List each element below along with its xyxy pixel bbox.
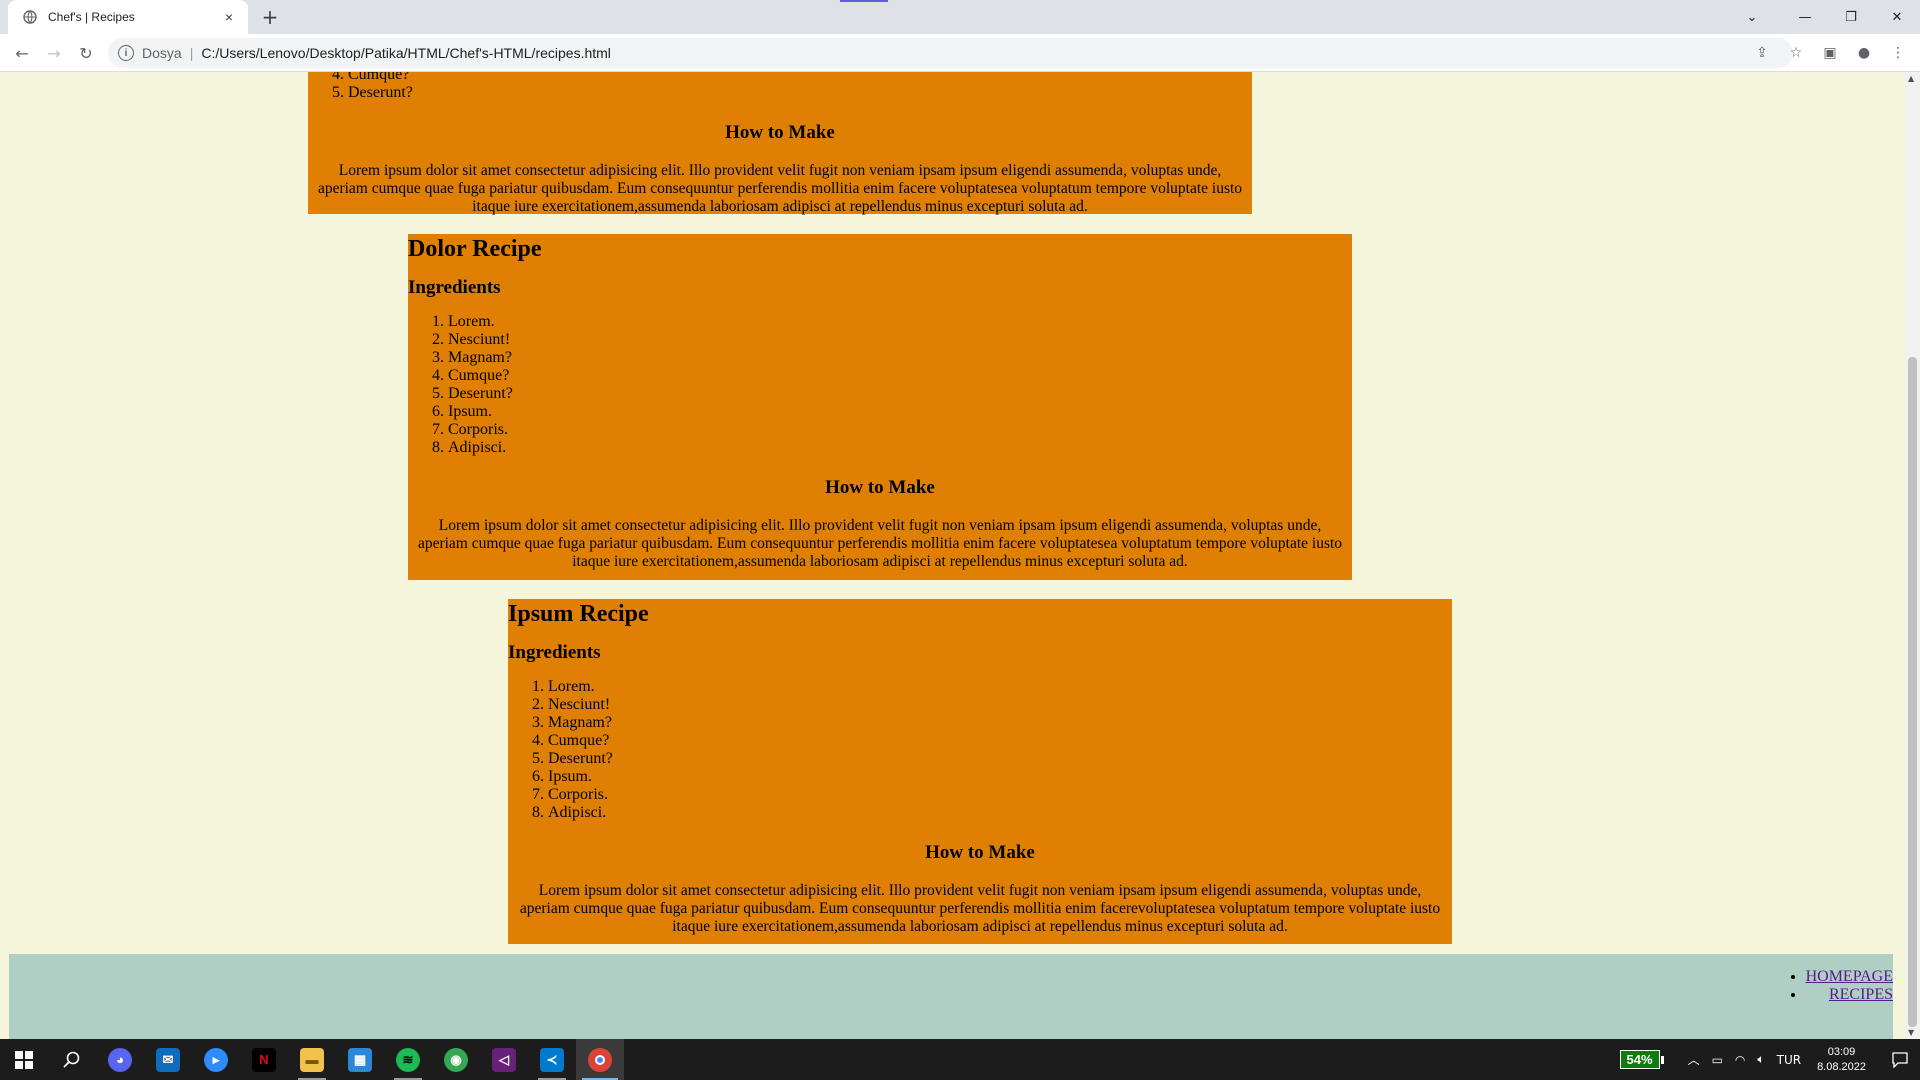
list-item: Corporis. (548, 786, 1452, 804)
list-item: Adipisci. (548, 804, 1452, 822)
homepage-link[interactable]: HOMEPAGE (1806, 968, 1893, 985)
browser-toolbar: ← → ↻ i Dosya | C:/Users/Lenovo/Desktop/… (0, 34, 1920, 72)
forward-icon[interactable]: → (40, 39, 68, 67)
how-to-make-heading: How to Make (825, 477, 935, 498)
close-window-icon[interactable]: ✕ (1874, 0, 1920, 34)
list-item: Lorem. (548, 678, 1452, 696)
discord-icon[interactable]: ◕ (96, 1039, 144, 1080)
recipe-card-ipsum: Ipsum Recipe Ingredients Lorem. Nesciunt… (508, 599, 1452, 944)
profile-icon[interactable]: ● (1854, 43, 1874, 63)
recipe-description: Lorem ipsum dolor sit amet consectetur a… (417, 517, 1343, 570)
toolbar-actions: ⇪ ☆ ▣ ● ⋮ (1752, 38, 1920, 68)
share-icon[interactable]: ⇪ (1752, 43, 1772, 63)
tab-title: Chef's | Recipes (48, 10, 135, 24)
list-item: Ipsum. (448, 403, 1352, 421)
windows-start-icon[interactable] (0, 1039, 48, 1080)
list-item: Deserunt? (448, 385, 1352, 403)
address-bar[interactable]: i Dosya | C:/Users/Lenovo/Desktop/Patika… (108, 38, 1793, 68)
search-icon[interactable] (48, 1039, 96, 1080)
scroll-up-icon[interactable]: ▲ (1908, 74, 1914, 83)
minimize-icon[interactable]: — (1782, 0, 1828, 34)
list-item: Ipsum. (548, 768, 1452, 786)
notifications-icon[interactable] (1880, 1039, 1920, 1080)
footer-nav-item: RECIPES (1806, 986, 1893, 1004)
vscode-icon[interactable]: ≺ (528, 1039, 576, 1080)
list-item: Adipisci. (448, 439, 1352, 457)
ingredients-list: Lorem. Nesciunt! Magnam? Cumque? Deserun… (548, 678, 1452, 822)
globe-icon (22, 9, 38, 25)
battery-indicator[interactable]: 54% (1619, 1050, 1664, 1069)
reload-icon[interactable]: ↻ (72, 39, 100, 67)
clock[interactable]: 03:09 8.08.2022 (1817, 1045, 1866, 1075)
recipe-title: Dolor Recipe (408, 236, 542, 262)
list-item: Magnam? (548, 714, 1452, 732)
wifi-icon[interactable]: ◠ (1735, 1053, 1745, 1067)
address-url: C:/Users/Lenovo/Desktop/Patika/HTML/Chef… (201, 45, 611, 61)
chrome-icon[interactable] (576, 1039, 624, 1080)
browser-tab[interactable]: Chef's | Recipes × (8, 0, 248, 34)
address-separator: | (189, 45, 194, 61)
scrollbar-thumb[interactable] (1908, 357, 1917, 1027)
list-item: Cumque? (448, 367, 1352, 385)
system-tray: 54% ︿ ▭ ◠ 🔈︎ TUR 03:09 8.08.2022 (1619, 1039, 1920, 1080)
clock-date: 8.08.2022 (1817, 1060, 1866, 1073)
page-scrollbar[interactable]: ▲ ▼ (1905, 72, 1920, 1039)
page-footer: HOMEPAGE RECIPES (9, 954, 1893, 1039)
how-to-make-heading: How to Make (725, 122, 835, 143)
list-item: Cumque? (348, 72, 1252, 84)
windows-taskbar: ◕ ✉ ▸ N ▬ ▦ ≋ ◉ ◁ ≺ 54% ︿ ▭ ◠ 🔈︎ TUR 03:… (0, 1039, 1920, 1080)
menu-icon[interactable]: ⋮ (1888, 43, 1908, 63)
zoom-icon[interactable]: ▸ (192, 1039, 240, 1080)
chrome-profile-icon[interactable]: ◉ (432, 1039, 480, 1080)
restore-icon[interactable]: ❐ (1828, 0, 1874, 34)
language-indicator[interactable]: TUR (1777, 1053, 1801, 1067)
ingredients-list: Lorem. Nesciunt! Magnam? Cumque? Deserun… (448, 313, 1352, 457)
recipe-card-partial: Cumque? Deserunt? How to Make Lorem ipsu… (308, 72, 1252, 215)
side-panel-icon[interactable]: ▣ (1820, 43, 1840, 63)
recipe-title: Ipsum Recipe (508, 601, 649, 627)
microsoft-store-icon[interactable]: ▦ (336, 1039, 384, 1080)
list-item: Lorem. (448, 313, 1352, 331)
browser-tab-bar: Chef's | Recipes × + ⌄ — ❐ ✕ (0, 0, 1920, 34)
volume-icon[interactable]: 🔈︎ (1757, 1052, 1764, 1067)
list-item: Nesciunt! (548, 696, 1452, 714)
file-explorer-icon[interactable]: ▬ (288, 1039, 336, 1080)
site-info-icon[interactable]: i (118, 45, 134, 61)
recipe-card-dolor: Dolor Recipe Ingredients Lorem. Nesciunt… (408, 234, 1352, 580)
ingredients-list: Cumque? Deserunt? (348, 72, 1252, 102)
list-item: Cumque? (548, 732, 1452, 750)
list-item: Magnam? (448, 349, 1352, 367)
show-hidden-icons-icon[interactable]: ︿ (1688, 1051, 1700, 1068)
visual-studio-icon[interactable]: ◁ (480, 1039, 528, 1080)
footer-nav: HOMEPAGE RECIPES (1776, 968, 1893, 1004)
footer-nav-item: HOMEPAGE (1806, 968, 1893, 986)
back-icon[interactable]: ← (8, 39, 36, 67)
recipes-link[interactable]: RECIPES (1829, 986, 1893, 1003)
netflix-icon[interactable]: N (240, 1039, 288, 1080)
ingredients-heading: Ingredients (508, 642, 601, 663)
recipe-description: Lorem ipsum dolor sit amet consectetur a… (317, 162, 1243, 215)
page-viewport: Cumque? Deserunt? How to Make Lorem ipsu… (0, 72, 1905, 1039)
new-tab-button[interactable]: + (258, 5, 282, 29)
tab-strip-indicator (840, 0, 888, 2)
tab-search-icon[interactable]: ⌄ (1722, 0, 1782, 34)
spotify-icon[interactable]: ≋ (384, 1039, 432, 1080)
bookmark-star-icon[interactable]: ☆ (1786, 43, 1806, 63)
battery-icon[interactable]: ▭ (1712, 1053, 1723, 1067)
list-item: Corporis. (448, 421, 1352, 439)
list-item: Deserunt? (548, 750, 1452, 768)
tab-close-icon[interactable]: × (220, 8, 238, 26)
list-item: Deserunt? (348, 84, 1252, 102)
window-controls: ⌄ — ❐ ✕ (1722, 0, 1920, 34)
ingredients-heading: Ingredients (408, 277, 501, 298)
scroll-down-icon[interactable]: ▼ (1908, 1028, 1914, 1037)
address-scheme: Dosya (142, 45, 182, 61)
clock-time: 03:09 (1827, 1045, 1856, 1058)
mail-icon[interactable]: ✉ (144, 1039, 192, 1080)
how-to-make-heading: How to Make (925, 842, 1035, 863)
list-item: Nesciunt! (448, 331, 1352, 349)
recipe-description: Lorem ipsum dolor sit amet consectetur a… (519, 882, 1441, 935)
